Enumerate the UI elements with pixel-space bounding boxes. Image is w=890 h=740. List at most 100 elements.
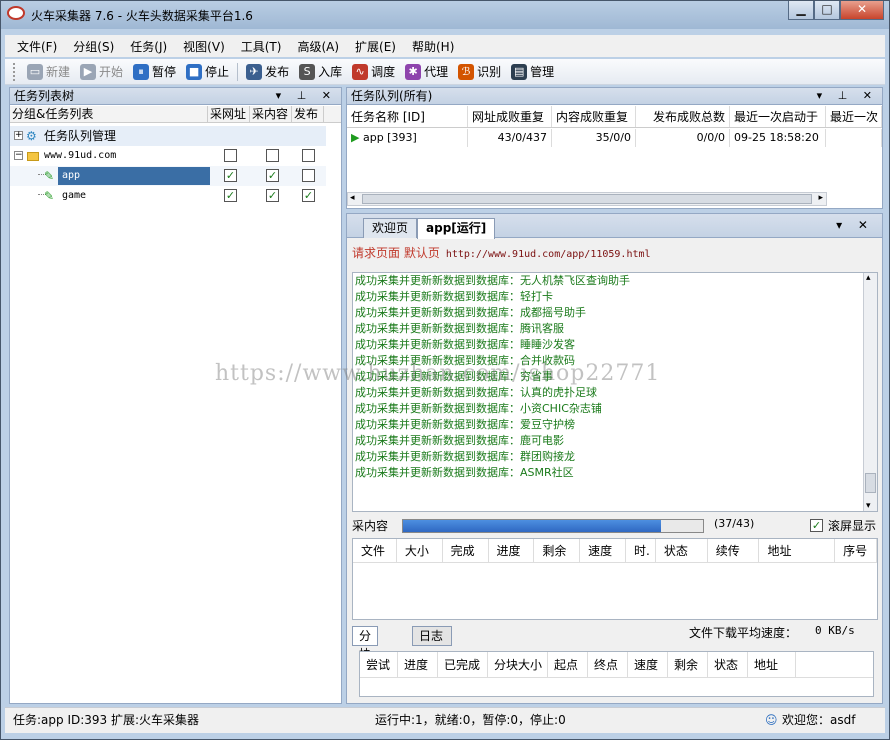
toolbar-new-file-button[interactable]: ▭ 新建 xyxy=(22,63,75,80)
menu-file[interactable]: 文件(F) xyxy=(9,38,65,55)
download-col-header[interactable]: 进度 xyxy=(489,539,535,562)
menu-help[interactable]: 帮助(H) xyxy=(404,38,462,55)
autoscroll-checkbox[interactable]: ✓ xyxy=(810,519,823,532)
download-col-header[interactable]: 完成 xyxy=(443,539,489,562)
status-counts: 运行中:1，就绪:0，暂停:0，停止:0 xyxy=(375,713,566,727)
col-url-stats[interactable]: 网址成败重复 xyxy=(468,106,552,127)
download-col-header[interactable]: 序号 xyxy=(835,539,878,562)
log-line: 成功采集并更新新数据到数据库：腾讯客服 xyxy=(355,322,564,335)
task-queue-header: 任务队列(所有) ▾ ⊥ ✕ xyxy=(346,87,883,105)
expand-icon[interactable]: + xyxy=(14,131,23,140)
menu-advanced[interactable]: 高级(A) xyxy=(289,38,347,55)
scroll-up-icon[interactable]: ▴ xyxy=(866,273,871,283)
tab-strip-buttons[interactable]: ▾ ✕ xyxy=(836,218,874,232)
tree-task-game[interactable]: ✎ game ✓ ✓ ✓ xyxy=(10,186,326,206)
download-col-header[interactable]: 速度 xyxy=(580,539,626,562)
col-collect-content[interactable]: 采内容 xyxy=(250,106,292,122)
tab-chunk-download[interactable]: 分块下载 xyxy=(352,626,379,697)
col-collect-url[interactable]: 采网址 xyxy=(208,106,250,122)
tree-root[interactable]: + ⚙ 任务队列管理 xyxy=(10,126,326,146)
toolbar-pause-button[interactable]: ⏸ 暂停 xyxy=(128,63,181,80)
toolbar-label: 新建 xyxy=(46,65,71,79)
log-scroll-thumb[interactable] xyxy=(865,473,876,493)
col-last-more[interactable]: 最近一次 xyxy=(826,106,882,127)
menu-view[interactable]: 视图(V) xyxy=(175,38,233,55)
queue-cell-name: ▶ app [393] xyxy=(347,129,468,147)
scroll-right-icon[interactable]: ▸ xyxy=(818,193,823,203)
group-content-checkbox[interactable] xyxy=(266,149,279,162)
download-col-header[interactable]: 大小 xyxy=(397,539,443,562)
download-col-header[interactable]: 地址 xyxy=(759,539,836,562)
chunk-col-header[interactable]: 起点 xyxy=(548,652,588,677)
toolbar-label: 代理 xyxy=(424,65,449,79)
task-url-checkbox[interactable]: ✓ xyxy=(224,169,237,182)
queue-row[interactable]: ▶ app [393] 43/0/437 35/0/0 0/0/0 09-25 … xyxy=(347,129,882,147)
chunk-col-header[interactable]: 终点 xyxy=(588,652,628,677)
download-col-header[interactable]: 时. xyxy=(626,539,656,562)
chunk-col-header[interactable]: 剩余 xyxy=(668,652,708,677)
toolbar-captcha-button[interactable]: ℬ 识别 xyxy=(453,63,506,80)
chunk-col-header[interactable]: 状态 xyxy=(708,652,748,677)
log-output[interactable]: 成功采集并更新新数据到数据库：无人机禁飞区查询助手 成功采集并更新新数据到数据库：… xyxy=(352,272,878,512)
collapse-icon[interactable]: − xyxy=(14,151,23,160)
task-content-checkbox[interactable]: ✓ xyxy=(266,189,279,202)
col-publish[interactable]: 发布 xyxy=(292,106,324,122)
queue-panel-buttons[interactable]: ▾ ⊥ ✕ xyxy=(817,88,878,104)
chunk-col-header[interactable]: 进度 xyxy=(398,652,438,677)
scroll-left-icon[interactable]: ◂ xyxy=(350,193,355,203)
scroll-thumb[interactable] xyxy=(362,194,812,204)
task-tree-header: 任务列表树 ▾ ⊥ ✕ xyxy=(9,87,342,105)
chunk-col-header[interactable]: 已完成 xyxy=(438,652,488,677)
toolbar-play-button[interactable]: ▶ 开始 xyxy=(75,63,128,80)
chunk-table-header: 尝试 进度 已完成 分块大小 起点 终点 速度 剩余 状态 地址 xyxy=(360,652,873,678)
menu-extensions[interactable]: 扩展(E) xyxy=(347,38,404,55)
menu-tools[interactable]: 工具(T) xyxy=(233,38,290,55)
tab-app-running[interactable]: app[运行] xyxy=(417,218,496,239)
chunk-col-header[interactable]: 速度 xyxy=(628,652,668,677)
new-file-icon: ▭ xyxy=(27,63,43,80)
chunk-col-header[interactable]: 地址 xyxy=(748,652,796,677)
col-last-start[interactable]: 最近一次启动于 xyxy=(730,106,826,127)
toolbar-sql-button[interactable]: S 入库 xyxy=(294,63,347,80)
maximize-button[interactable]: □ xyxy=(814,1,840,20)
task-publish-checkbox[interactable] xyxy=(302,169,315,182)
col-group-task[interactable]: 分组&任务列表 xyxy=(10,106,208,122)
tree-group[interactable]: − www.91ud.com xyxy=(10,146,326,166)
request-url[interactable]: http://www.91ud.com/app/11059.html xyxy=(446,249,651,260)
tree-task-app[interactable]: ✎ app ✓ ✓ xyxy=(10,166,326,186)
download-col-header[interactable]: 文件 xyxy=(353,539,397,562)
progress-row: 采内容 (37/43) ✓ 滚屏显示 xyxy=(352,517,878,535)
download-col-header[interactable]: 续传 xyxy=(708,539,760,562)
task-url-checkbox[interactable]: ✓ xyxy=(224,189,237,202)
toolbar-grip[interactable] xyxy=(13,62,16,81)
task-publish-checkbox[interactable]: ✓ xyxy=(302,189,315,202)
toolbar-stop-button[interactable]: ■ 停止 xyxy=(181,63,234,80)
col-task-name[interactable]: 任务名称 [ID] xyxy=(347,106,468,127)
toolbar-schedule-button[interactable]: ∿ 调度 xyxy=(347,63,400,80)
queue-hscrollbar[interactable]: ◂ ▸ xyxy=(347,192,827,206)
close-button[interactable]: ✕ xyxy=(840,1,884,20)
menu-task[interactable]: 任务(J) xyxy=(122,38,175,55)
request-line: 请求页面 默认页 http://www.91ud.com/app/11059.ht… xyxy=(352,244,651,261)
toolbar-proxy-button[interactable]: ✱ 代理 xyxy=(400,63,453,80)
toolbar-publish-button[interactable]: ✈ 发布 xyxy=(241,63,294,80)
download-col-header[interactable]: 剩余 xyxy=(534,539,581,562)
log-vscrollbar[interactable]: ▴ ▾ xyxy=(863,273,877,511)
log-line: 成功采集并更新新数据到数据库：无人机禁飞区查询助手 xyxy=(355,274,630,287)
scroll-down-icon[interactable]: ▾ xyxy=(866,501,871,511)
tab-log[interactable]: 日志 xyxy=(412,626,452,646)
minimize-button[interactable]: ▁ xyxy=(788,1,814,20)
title-bar[interactable]: 火车采集器 7.6 - 火车头数据采集平台1.6 ▁ □ ✕ xyxy=(1,1,889,29)
col-content-stats[interactable]: 内容成败重复 xyxy=(552,106,636,127)
chunk-col-header[interactable]: 尝试 xyxy=(360,652,398,677)
menu-group[interactable]: 分组(S) xyxy=(65,38,122,55)
group-publish-checkbox[interactable] xyxy=(302,149,315,162)
task-content-checkbox[interactable]: ✓ xyxy=(266,169,279,182)
panel-buttons[interactable]: ▾ ⊥ ✕ xyxy=(276,88,337,104)
col-publish-stats[interactable]: 发布成败总数 xyxy=(636,106,730,127)
download-col-header[interactable]: 状态 xyxy=(656,539,708,562)
tab-welcome[interactable]: 欢迎页 xyxy=(363,218,418,238)
toolbar-manage-button[interactable]: ▤ 管理 xyxy=(506,63,559,80)
group-url-checkbox[interactable] xyxy=(224,149,237,162)
chunk-col-header[interactable]: 分块大小 xyxy=(488,652,548,677)
